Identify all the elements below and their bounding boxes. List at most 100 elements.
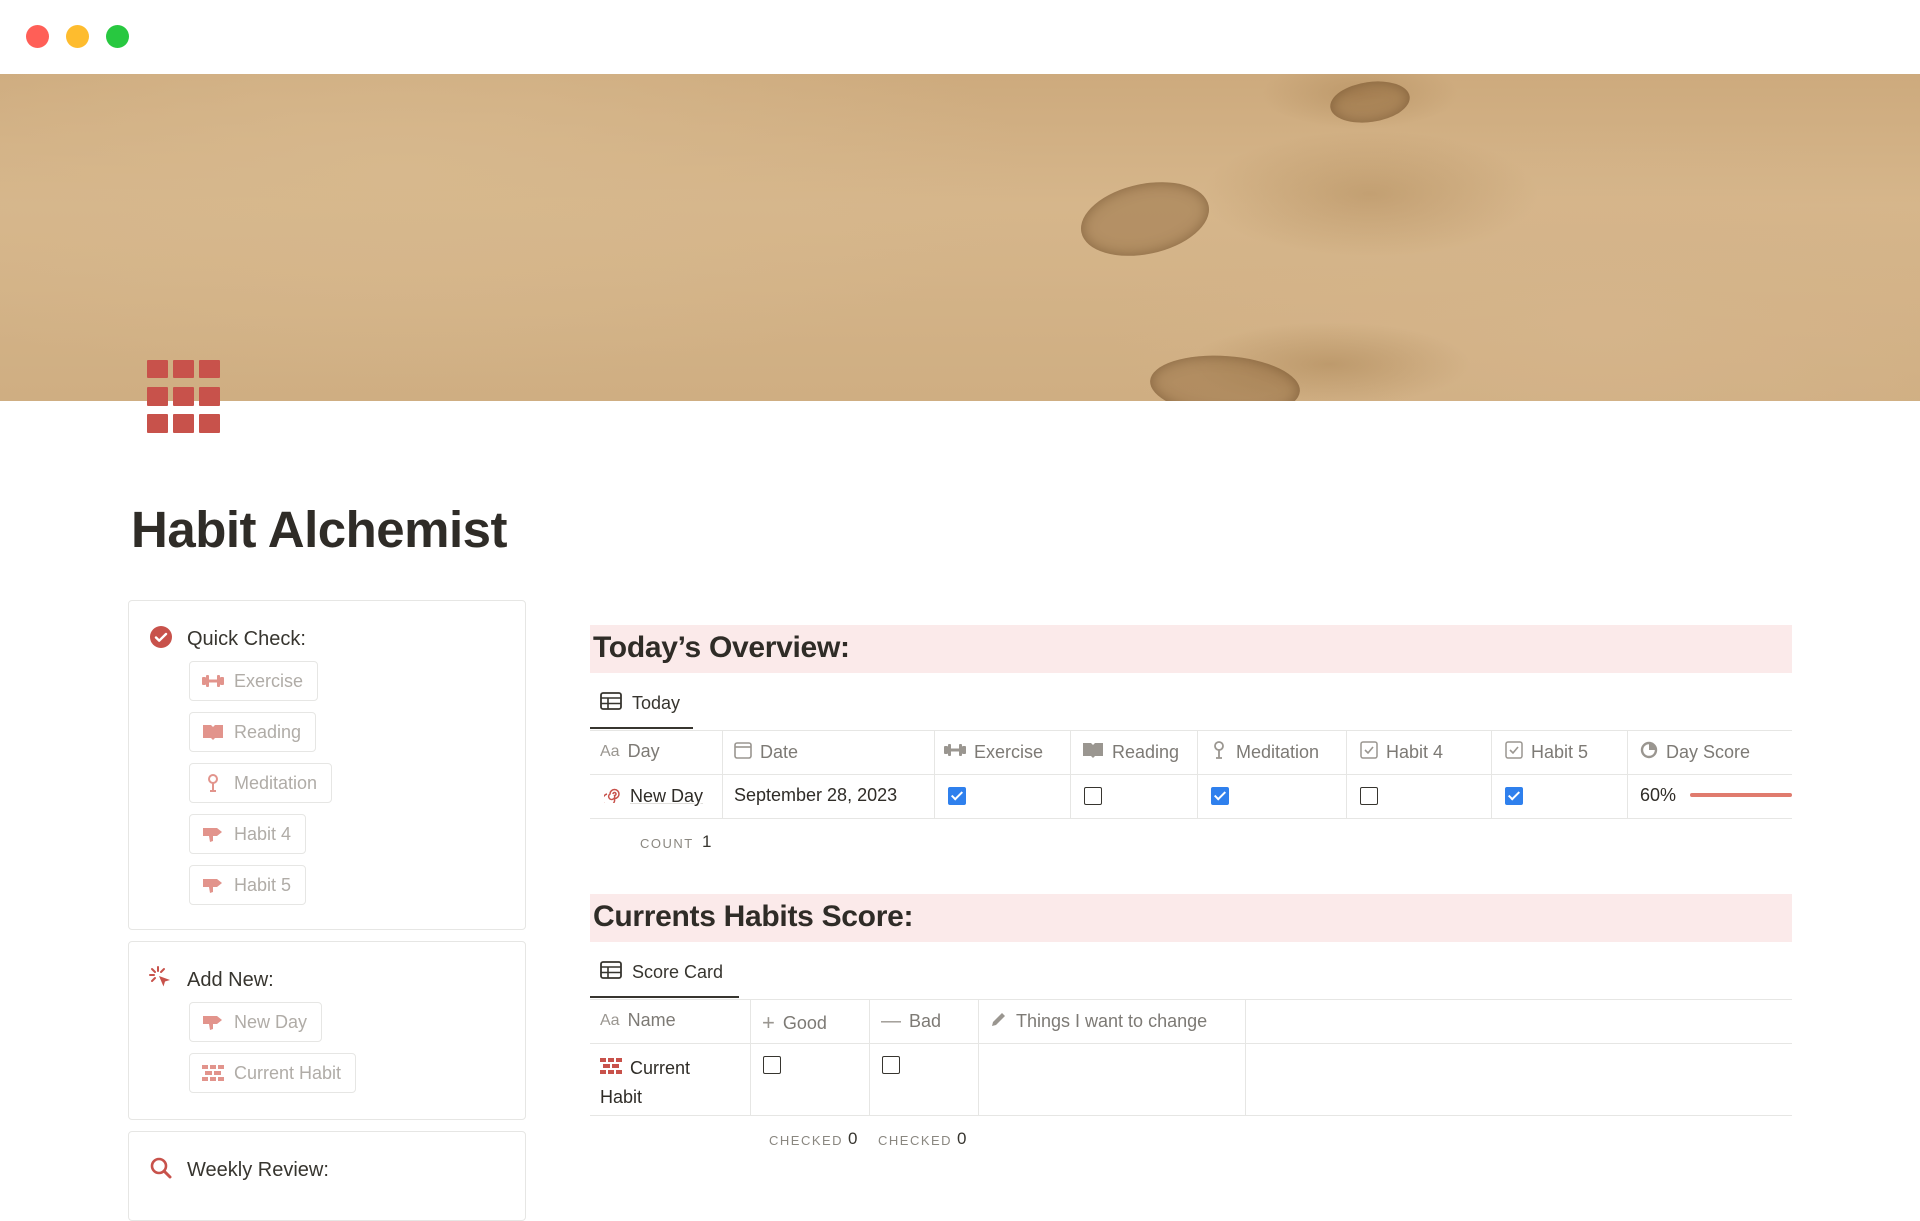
bad-checked-value: 0 bbox=[957, 1129, 967, 1148]
current-habit-button[interactable]: Current Habit bbox=[189, 1053, 357, 1093]
click-cursor-icon bbox=[149, 966, 173, 995]
good-checkbox[interactable] bbox=[763, 1056, 781, 1074]
plus-icon: + bbox=[762, 1010, 775, 1035]
divider bbox=[1346, 731, 1347, 818]
table-row-name[interactable]: Current Habit bbox=[600, 1054, 690, 1112]
divider bbox=[1070, 731, 1071, 818]
divider bbox=[590, 818, 1792, 819]
todays-overview-header: Today’s Overview: bbox=[590, 625, 1792, 673]
column-exercise-label: Exercise bbox=[974, 742, 1044, 762]
book-icon bbox=[1082, 741, 1104, 764]
hand-pointer-icon bbox=[202, 1013, 224, 1031]
book-icon bbox=[202, 723, 224, 741]
column-day-score[interactable]: Day Score bbox=[1640, 741, 1750, 764]
close-window-button[interactable] bbox=[26, 25, 49, 48]
meditation-button[interactable]: Meditation bbox=[189, 763, 333, 803]
column-name[interactable]: Aa Name bbox=[600, 1010, 676, 1031]
meditation-checkbox[interactable] bbox=[1211, 787, 1229, 805]
column-good[interactable]: + Good bbox=[762, 1010, 827, 1036]
footprint bbox=[1327, 76, 1413, 128]
column-habit4-label: Habit 4 bbox=[1386, 742, 1444, 762]
hand-pointer-icon bbox=[202, 876, 224, 894]
column-habit4[interactable]: Habit 4 bbox=[1360, 741, 1443, 764]
window-titlebar bbox=[0, 0, 1920, 74]
column-date[interactable]: Date bbox=[734, 741, 798, 764]
divider bbox=[750, 1000, 751, 1115]
table-row-day[interactable]: New Day bbox=[601, 785, 704, 808]
column-good-label: Good bbox=[782, 1012, 827, 1033]
maximize-window-button[interactable] bbox=[106, 25, 129, 48]
column-things-to-change[interactable]: Things I want to change bbox=[990, 1010, 1207, 1033]
column-reading[interactable]: Reading bbox=[1082, 741, 1179, 764]
divider bbox=[590, 1043, 1792, 1044]
table-icon bbox=[600, 961, 622, 984]
active-tab-indicator bbox=[590, 727, 693, 729]
habits-score-heading: Currents Habits Score: bbox=[593, 900, 914, 933]
column-habit5[interactable]: Habit 5 bbox=[1505, 741, 1588, 764]
add-new-header: Add New: bbox=[149, 966, 274, 995]
check-circle-icon bbox=[149, 625, 173, 654]
date-value[interactable]: September 28, 2023 bbox=[734, 785, 897, 806]
good-checked-label: CHECKED bbox=[769, 1133, 844, 1148]
weekly-review-header: Weekly Review: bbox=[149, 1156, 329, 1185]
weekly-review-card: Weekly Review: bbox=[128, 1131, 526, 1221]
bad-checked-label: CHECKED bbox=[878, 1133, 953, 1148]
column-day[interactable]: Aa Day bbox=[600, 741, 660, 762]
habit4-button[interactable]: Habit 4 bbox=[189, 814, 307, 854]
day-value: New Day bbox=[630, 786, 704, 806]
divider bbox=[590, 774, 1792, 775]
weekly-review-heading: Weekly Review: bbox=[187, 1159, 329, 1181]
divider bbox=[869, 1000, 870, 1115]
search-icon bbox=[149, 1156, 173, 1185]
divider bbox=[590, 730, 1792, 731]
brick-wall-icon bbox=[202, 1064, 224, 1082]
divider bbox=[1627, 731, 1628, 818]
name-line1: Current bbox=[630, 1058, 691, 1078]
habit4-checkbox[interactable] bbox=[1360, 787, 1378, 805]
meditation-icon bbox=[202, 774, 224, 792]
exercise-button-label: Exercise bbox=[234, 670, 304, 691]
column-day-label: Day bbox=[627, 741, 660, 761]
habit5-button-label: Habit 5 bbox=[234, 874, 292, 895]
reading-checkbox[interactable] bbox=[1084, 787, 1102, 805]
divider bbox=[1491, 731, 1492, 818]
column-exercise[interactable]: Exercise bbox=[944, 741, 1043, 764]
tab-today[interactable]: Today bbox=[600, 692, 680, 715]
day-score-value: 60% bbox=[1640, 785, 1677, 805]
table-icon bbox=[600, 692, 622, 715]
reading-button[interactable]: Reading bbox=[189, 712, 317, 752]
column-reading-label: Reading bbox=[1112, 742, 1180, 762]
quick-check-heading: Quick Check: bbox=[187, 628, 306, 650]
habit4-button-label: Habit 4 bbox=[234, 823, 292, 844]
page-grid-icon[interactable] bbox=[147, 360, 221, 434]
divider bbox=[934, 731, 935, 818]
dumbbell-icon bbox=[202, 672, 224, 690]
active-tab-indicator bbox=[590, 996, 739, 998]
column-date-label: Date bbox=[760, 742, 799, 762]
column-meditation[interactable]: Meditation bbox=[1210, 741, 1319, 764]
meditation-icon bbox=[1210, 741, 1228, 764]
habit5-button[interactable]: Habit 5 bbox=[189, 865, 307, 905]
count-value: 1 bbox=[702, 832, 712, 851]
habit5-checkbox[interactable] bbox=[1505, 787, 1523, 805]
add-new-card: Add New: New Day Current Habit bbox=[128, 941, 526, 1120]
minimize-window-button[interactable] bbox=[66, 25, 89, 48]
cover-image[interactable] bbox=[0, 74, 1920, 401]
page-title: Habit Alchemist bbox=[131, 501, 508, 558]
habits-score-header: Currents Habits Score: bbox=[590, 894, 1792, 942]
footprint bbox=[1074, 171, 1216, 267]
divider bbox=[978, 1000, 979, 1115]
exercise-checkbox[interactable] bbox=[948, 787, 966, 805]
brick-wall-icon bbox=[600, 1054, 622, 1083]
column-bad-label: Bad bbox=[909, 1011, 942, 1031]
tab-score-card[interactable]: Score Card bbox=[600, 961, 723, 984]
exercise-button[interactable]: Exercise bbox=[189, 661, 319, 701]
bad-checkbox[interactable] bbox=[882, 1056, 900, 1074]
divider bbox=[590, 1115, 1792, 1116]
column-bad[interactable]: — Bad bbox=[881, 1010, 941, 1033]
minus-icon: — bbox=[881, 1010, 901, 1032]
meditation-button-label: Meditation bbox=[234, 772, 318, 793]
add-new-heading: Add New: bbox=[187, 969, 274, 991]
day-score-bar bbox=[1690, 793, 1792, 797]
new-day-button[interactable]: New Day bbox=[189, 1002, 323, 1042]
